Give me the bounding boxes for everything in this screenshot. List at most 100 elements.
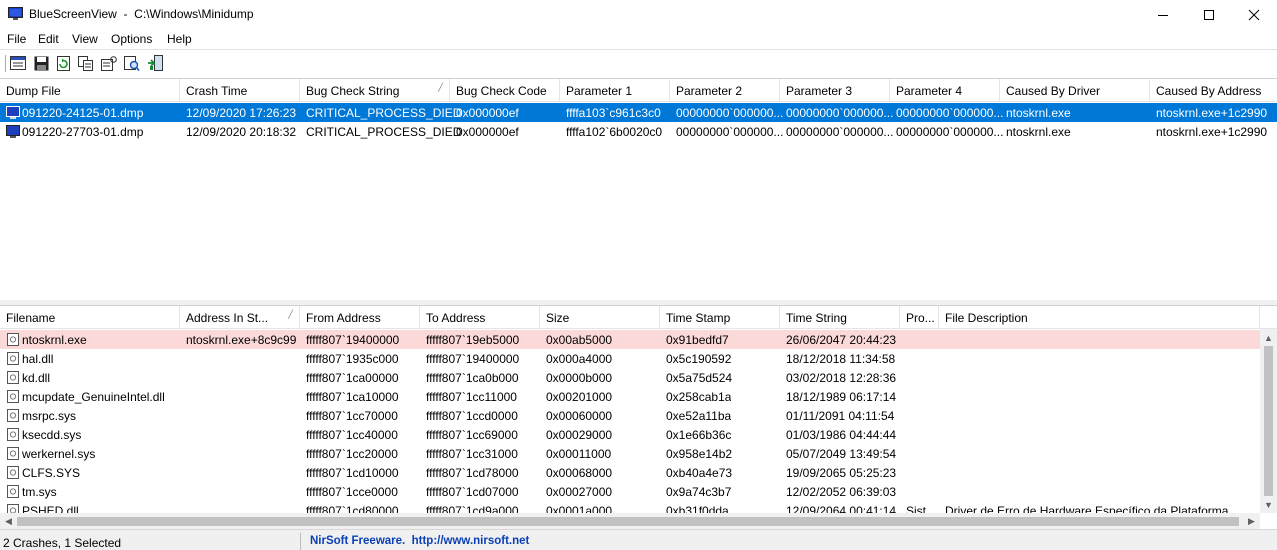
column-header-filename[interactable]: Filename: [0, 306, 180, 329]
cell-to-address: fffff807`19400000: [426, 352, 520, 366]
scroll-down-arrow-icon[interactable]: ▼: [1260, 496, 1277, 513]
copy-button[interactable]: [77, 54, 95, 72]
cell-size: 0x00ab5000: [546, 333, 613, 347]
column-header-to-address[interactable]: To Address: [420, 306, 540, 329]
menu-edit[interactable]: Edit: [38, 32, 59, 46]
cell-to-address: fffff807`1ca0b000: [426, 371, 519, 385]
dump-file-icon: [6, 106, 20, 119]
column-header-caused-by-driver[interactable]: Caused By Driver: [1000, 79, 1150, 102]
table-row[interactable]: kd.dll fffff807`1ca00000 fffff807`1ca0b0…: [0, 368, 1260, 387]
html-report-button[interactable]: [9, 54, 27, 72]
cell-parameter-3: 00000000`000000...: [786, 125, 894, 139]
cell-parameter-2: 00000000`000000...: [676, 125, 784, 139]
table-row[interactable]: tm.sys fffff807`1cce0000 fffff807`1cd070…: [0, 482, 1260, 501]
driver-list-horizontal-scrollbar[interactable]: ◀ ▶: [0, 513, 1260, 529]
close-icon: [1248, 9, 1260, 21]
table-row[interactable]: mcupdate_GenuineIntel.dll fffff807`1ca10…: [0, 387, 1260, 406]
find-button[interactable]: [123, 54, 141, 72]
save-icon: [34, 56, 48, 70]
system-file-icon: [7, 466, 19, 479]
menu-view[interactable]: View: [72, 32, 98, 46]
cell-time-string: 19/09/2065 05:25:23: [786, 466, 897, 480]
copy-icon: [78, 55, 93, 71]
column-header-address-in-stack[interactable]: Address In St... ╱: [180, 306, 300, 329]
column-header-product[interactable]: Pro...: [900, 306, 939, 329]
window-title: BlueScreenView - C:\Windows\Minidump: [29, 7, 254, 21]
column-header-time-string[interactable]: Time String: [780, 306, 900, 329]
cell-time-string: 18/12/1989 06:17:14: [786, 390, 897, 404]
column-header-parameter-1[interactable]: Parameter 1: [560, 79, 670, 102]
column-header-crash-time[interactable]: Crash Time: [180, 79, 300, 102]
cell-parameter-1: ffffa102`6b0020c0: [566, 125, 663, 139]
table-row[interactable]: CLFS.SYS fffff807`1cd10000 fffff807`1cd7…: [0, 463, 1260, 482]
column-header-parameter-4[interactable]: Parameter 4: [890, 79, 1000, 102]
table-row[interactable]: 091220-27703-01.dmp 12/09/2020 20:18:32 …: [0, 122, 1277, 141]
scrollbar-thumb[interactable]: [1264, 346, 1273, 496]
nirsoft-link[interactable]: NirSoft Freeware. http://www.nirsoft.net: [310, 535, 529, 547]
table-row[interactable]: ksecdd.sys fffff807`1cc40000 fffff807`1c…: [0, 425, 1260, 444]
find-icon: [124, 55, 140, 71]
cell-time-stamp: 0x1e66b36c: [666, 428, 732, 442]
sort-ascending-icon: ╱: [288, 310, 293, 319]
column-header-parameter-3[interactable]: Parameter 3: [780, 79, 890, 102]
driver-list[interactable]: Filename Address In St... ╱ From Address…: [0, 305, 1277, 529]
cell-time-string: 01/03/1986 04:44:44: [786, 428, 897, 442]
minimize-button[interactable]: [1140, 0, 1186, 30]
table-row[interactable]: hal.dll fffff807`1935c000 fffff807`19400…: [0, 349, 1260, 368]
cell-filename: tm.sys: [22, 485, 57, 499]
cell-from-address: fffff807`1cd10000: [306, 466, 399, 480]
table-row[interactable]: werkernel.sys fffff807`1cc20000 fffff807…: [0, 444, 1260, 463]
column-header-caused-by-address[interactable]: Caused By Address: [1150, 79, 1277, 102]
cell-to-address: fffff807`1cc69000: [426, 428, 518, 442]
column-header-file-description[interactable]: File Description: [939, 306, 1260, 329]
exit-button[interactable]: [146, 54, 164, 72]
scrollbar-thumb[interactable]: [17, 517, 1239, 526]
column-header-bug-check-code[interactable]: Bug Check Code: [450, 79, 560, 102]
crash-list[interactable]: Dump File Crash Time Bug Check String ╱ …: [0, 78, 1277, 284]
cell-caused-by-driver: ntoskrnl.exe: [1006, 125, 1071, 139]
status-bar: 2 Crashes, 1 Selected NirSoft Freeware. …: [0, 529, 1277, 550]
column-header-time-stamp[interactable]: Time Stamp: [660, 306, 780, 329]
cell-time-string: 05/07/2049 13:49:54: [786, 447, 897, 461]
menu-file[interactable]: File: [7, 32, 26, 46]
table-row[interactable]: msrpc.sys fffff807`1cc70000 fffff807`1cc…: [0, 406, 1260, 425]
cell-address-in-stack: ntoskrnl.exe+8c9c99: [186, 333, 297, 347]
save-button[interactable]: [32, 54, 50, 72]
column-header-from-address[interactable]: From Address: [300, 306, 420, 329]
scroll-right-arrow-icon[interactable]: ▶: [1243, 513, 1260, 529]
cell-size: 0x00027000: [546, 485, 613, 499]
menu-options[interactable]: Options: [111, 32, 152, 46]
cell-time-stamp: 0x5a75d524: [666, 371, 733, 385]
cell-filename: mcupdate_GenuineIntel.dll: [22, 390, 165, 404]
driver-list-header: Filename Address In St... ╱ From Address…: [0, 306, 1277, 329]
system-file-icon: [7, 485, 19, 498]
table-row[interactable]: 091220-24125-01.dmp 12/09/2020 17:26:23 …: [0, 103, 1277, 122]
driver-list-vertical-scrollbar[interactable]: ▲ ▼: [1260, 329, 1277, 513]
close-button[interactable]: [1231, 0, 1277, 30]
properties-button[interactable]: [100, 54, 118, 72]
system-file-icon: [7, 333, 19, 346]
menu-help[interactable]: Help: [167, 32, 192, 46]
scroll-up-arrow-icon[interactable]: ▲: [1260, 329, 1277, 346]
toolbar-separator: [5, 55, 6, 72]
refresh-button[interactable]: [54, 54, 72, 72]
system-file-icon: [7, 371, 19, 384]
column-header-dump-file[interactable]: Dump File: [0, 79, 180, 102]
cell-from-address: fffff807`1cc40000: [306, 428, 398, 442]
cell-time-stamp: 0x9a74c3b7: [666, 485, 732, 499]
cell-caused-by-driver: ntoskrnl.exe: [1006, 106, 1071, 120]
maximize-icon: [1204, 10, 1214, 20]
cell-filename: msrpc.sys: [22, 409, 76, 423]
column-header-size[interactable]: Size: [540, 306, 660, 329]
scroll-left-arrow-icon[interactable]: ◀: [0, 513, 17, 529]
column-header-bug-check-string[interactable]: Bug Check String ╱: [300, 79, 450, 102]
cell-caused-by-address: ntoskrnl.exe+1c2990: [1156, 125, 1268, 139]
column-header-parameter-2[interactable]: Parameter 2: [670, 79, 780, 102]
cell-time-stamp: 0x258cab1a: [666, 390, 732, 404]
cell-time-stamp: 0xe52a11ba: [666, 409, 732, 423]
column-header-label: Bug Check String: [306, 84, 400, 98]
table-row[interactable]: ntoskrnl.exe ntoskrnl.exe+8c9c99 fffff80…: [0, 330, 1260, 349]
cell-filename: ksecdd.sys: [22, 428, 82, 442]
cell-size: 0x00068000: [546, 466, 613, 480]
maximize-button[interactable]: [1186, 0, 1232, 30]
